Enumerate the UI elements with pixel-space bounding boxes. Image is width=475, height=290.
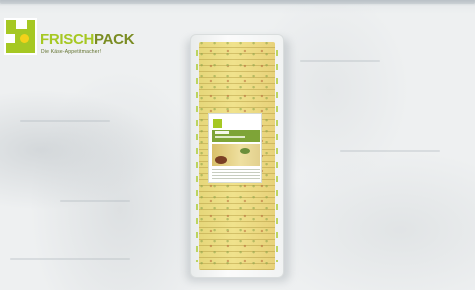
brand-logo: FRISCHPACK Die Käse-Appetitmacher! <box>4 18 135 58</box>
label-fine-print <box>212 169 260 179</box>
label-title-band <box>212 130 260 142</box>
label-product-image <box>212 144 260 166</box>
package-edge-left <box>196 50 198 262</box>
brand-name: FRISCHPACK <box>40 31 135 48</box>
brand-name-part2: PACK <box>94 31 135 48</box>
brand-name-part1: FRISCH <box>40 31 95 48</box>
brand-tagline: Die Käse-Appetitmacher! <box>41 49 102 55</box>
package-edge-right <box>276 50 278 262</box>
label-logo-icon <box>213 119 222 128</box>
cheese-logo-icon <box>4 18 37 55</box>
package-label <box>208 113 262 183</box>
